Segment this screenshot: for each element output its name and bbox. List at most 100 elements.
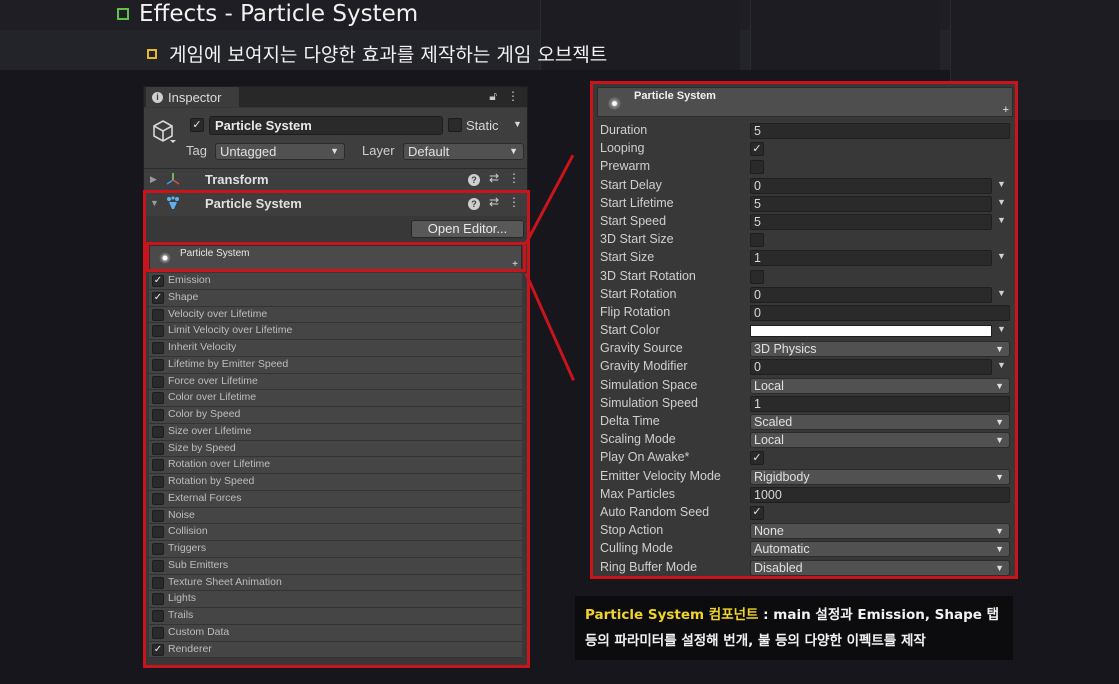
chevron-down-icon[interactable]: ▼	[997, 360, 1006, 370]
property-checkbox[interactable]	[750, 233, 764, 248]
property-row: Duration 5	[593, 122, 1015, 140]
chevron-down-icon[interactable]: ▼	[997, 251, 1006, 261]
property-field[interactable]: 5	[750, 123, 1010, 139]
object-name-field[interactable]: Particle System	[209, 116, 443, 135]
property-dropdown-value: 3D Physics	[754, 342, 817, 357]
static-checkbox[interactable]	[448, 118, 462, 132]
property-dropdown[interactable]: 3D Physics ▼	[750, 341, 1010, 358]
square-bullet-icon	[147, 48, 157, 59]
property-field[interactable]: 1	[750, 250, 992, 267]
tag-label: Tag	[186, 143, 207, 158]
property-field[interactable]: 0	[750, 286, 992, 303]
property-field[interactable]: 1	[750, 395, 1010, 412]
property-checkbox[interactable]: ✓	[750, 505, 764, 520]
property-label: Duration	[600, 123, 648, 137]
chevron-down-icon: ▼	[509, 146, 518, 156]
slide-subtitle-text: 게임에 보여지는 다양한 효과를 제작하는 게임 오브젝트	[169, 44, 608, 66]
kebab-menu-icon[interactable]: ⋮	[508, 171, 520, 186]
main-module-panel-title: Particle System	[634, 90, 716, 102]
property-label: Gravity Source	[600, 341, 683, 356]
property-row: Culling Mode Automatic ▼	[593, 540, 1015, 558]
tag-dropdown[interactable]: Untagged ▼	[215, 143, 345, 160]
main-module-properties: Duration 5 Looping ✓ Prewarm Start Delay 0 ▼ Sta…	[593, 122, 1015, 577]
property-checkbox[interactable]: ✓	[750, 451, 764, 466]
layer-dropdown-value: Default	[408, 144, 450, 159]
property-label: Auto Random Seed	[600, 504, 710, 519]
main-module-panel-header[interactable]: Particle System +	[597, 87, 1013, 117]
property-row: 3D Start Size	[593, 231, 1015, 249]
chevron-down-icon: ▼	[995, 417, 1004, 427]
property-checkbox[interactable]	[750, 160, 764, 175]
property-dropdown-value: Scaled	[754, 415, 793, 429]
color-swatch[interactable]	[750, 325, 992, 338]
property-row: Simulation Speed 1	[593, 395, 1015, 413]
cube-icon[interactable]	[150, 118, 176, 144]
property-label: Scaling Mode	[600, 432, 676, 447]
property-field[interactable]: 5	[750, 213, 992, 230]
property-label: Flip Rotation	[600, 304, 671, 319]
property-field[interactable]: 0	[750, 177, 992, 194]
tab-inspector[interactable]: i Inspector	[146, 87, 239, 107]
foldout-right-icon[interactable]: ▶	[150, 174, 157, 185]
chevron-down-icon: ▼	[995, 544, 1004, 555]
preset-icon[interactable]: ⇄	[489, 171, 499, 186]
property-dropdown[interactable]: Disabled ▼	[750, 559, 1010, 576]
kebab-menu-icon[interactable]: ⋮	[507, 89, 519, 104]
property-label: Start Rotation	[600, 286, 677, 301]
property-row: Start Rotation 0 ▼	[593, 286, 1015, 304]
property-dropdown[interactable]: Local ▼	[750, 432, 1010, 449]
transform-component-header[interactable]: ▶ Transform ? ⇄ ⋮	[144, 168, 527, 190]
caption-line-1-rest: : main 설정과 Emission, Shape 탭	[758, 607, 1000, 623]
property-dropdown[interactable]: None ▼	[750, 523, 1010, 540]
property-label: Gravity Modifier	[600, 359, 688, 374]
property-field[interactable]: 0	[750, 304, 1010, 321]
property-field[interactable]: 0	[750, 359, 992, 376]
property-row: Auto Random Seed ✓	[593, 504, 1015, 522]
property-label: Prewarm	[600, 159, 651, 174]
property-label: 3D Start Size	[600, 232, 674, 247]
add-icon[interactable]: +	[1003, 104, 1009, 116]
property-label: Start Delay	[600, 177, 662, 192]
property-row: Scaling Mode Local ▼	[593, 431, 1015, 449]
chevron-down-icon[interactable]: ▼	[997, 197, 1006, 207]
property-field[interactable]: 1000	[750, 486, 1010, 503]
caption-line-1: Particle System 컴포넌트 : main 설정과 Emission…	[585, 602, 1003, 628]
slide-title: Effects - Particle System	[117, 1, 418, 27]
chevron-down-icon: ▼	[995, 344, 1004, 355]
chevron-down-icon[interactable]: ▼	[997, 179, 1006, 189]
static-dropdown-icon[interactable]: ▼	[513, 119, 522, 129]
chevron-down-icon[interactable]: ▼	[997, 324, 1006, 334]
property-row: Start Lifetime 5 ▼	[593, 195, 1015, 213]
chevron-down-icon[interactable]: ▼	[997, 215, 1006, 225]
chevron-down-icon[interactable]: ▼	[997, 288, 1006, 298]
property-label: Ring Buffer Mode	[600, 559, 698, 574]
info-icon: i	[152, 91, 163, 103]
tab-inspector-label: Inspector	[168, 89, 222, 105]
active-checkbox[interactable]: ✓	[190, 118, 204, 132]
property-dropdown-value: Local	[754, 433, 784, 448]
property-dropdown[interactable]: Automatic ▼	[750, 541, 1010, 558]
property-dropdown[interactable]: Scaled ▼	[750, 414, 1010, 430]
property-label: Simulation Speed	[600, 395, 698, 410]
property-field[interactable]: 5	[750, 195, 992, 212]
property-label: 3D Start Rotation	[600, 268, 696, 283]
tag-dropdown-value: Untagged	[220, 144, 277, 159]
property-dropdown[interactable]: Rigidbody ▼	[750, 468, 1010, 485]
layer-label: Layer	[362, 143, 395, 158]
property-row: Stop Action None ▼	[593, 522, 1015, 540]
property-row: Start Delay 0 ▼	[593, 177, 1015, 195]
chevron-down-icon: ▼	[995, 435, 1004, 446]
layer-dropdown[interactable]: Default ▼	[403, 143, 524, 160]
lock-icon[interactable]: 🔓︎	[489, 89, 497, 104]
property-label: Start Color	[600, 323, 660, 338]
property-row: Play On Awake* ✓	[593, 449, 1015, 467]
property-checkbox[interactable]	[750, 269, 764, 284]
property-checkbox[interactable]: ✓	[750, 142, 764, 157]
component-tools: ? ⇄ ⋮	[467, 171, 520, 186]
help-icon[interactable]: ?	[467, 174, 480, 186]
property-row: Max Particles 1000	[593, 486, 1015, 504]
property-dropdown[interactable]: Local ▼	[750, 377, 1010, 394]
transform-label: Transform	[205, 172, 269, 187]
property-label: Start Size	[600, 250, 655, 265]
property-row: Start Size 1 ▼	[593, 249, 1015, 267]
